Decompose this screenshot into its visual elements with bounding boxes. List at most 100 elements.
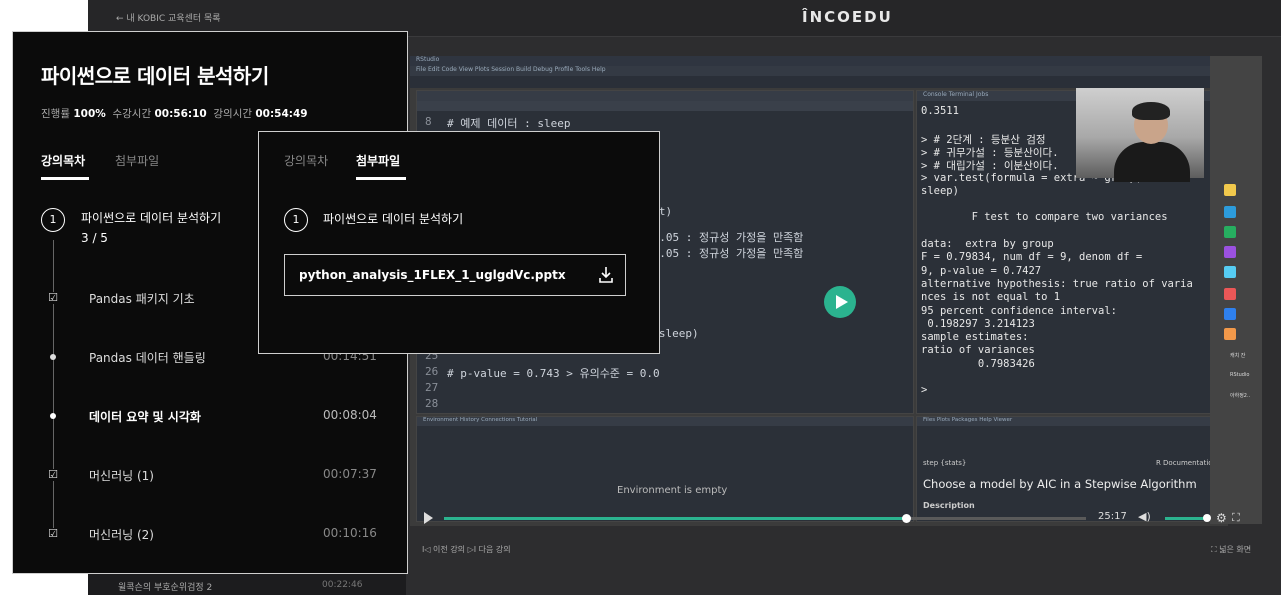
site-logo: ÎNCOEDU: [802, 8, 893, 26]
app-icon: [1224, 184, 1236, 196]
rstudio-toolbar: [410, 76, 1228, 88]
instructor-hair: [1132, 102, 1170, 120]
instructor-webcam: [1076, 88, 1204, 182]
check-icon: ☑: [47, 468, 59, 481]
app-icon: [1224, 288, 1236, 300]
help-pane: Files Plots Packages Help Viewer step {s…: [916, 416, 1224, 522]
fullscreen-icon[interactable]: ⛶: [1232, 511, 1240, 525]
rstudio-titlebar: RStudio: [410, 56, 1228, 66]
player-controls: 25:17 ◀) ⚙ ⛶: [410, 508, 1240, 528]
app-icon: [1224, 226, 1236, 238]
volume-handle[interactable]: [1203, 514, 1211, 522]
editor-line-number: 26: [425, 365, 439, 378]
app-icon: [1224, 308, 1236, 320]
console-line: nces is not equal to 1: [921, 291, 1061, 304]
app-icon: [1224, 328, 1236, 340]
popup-section-title: 파이썬으로 데이터 분석하기: [323, 212, 464, 226]
seek-handle[interactable]: [902, 514, 912, 523]
editor-toolbar: [417, 101, 913, 111]
lesson-name: 머신러닝 (1): [89, 469, 154, 483]
dot-icon: [50, 413, 56, 419]
lesson-name: 머신러닝 (2): [89, 528, 154, 542]
section-title[interactable]: 파이썬으로 데이터 분석하기: [81, 209, 221, 226]
popup-active-tab-underline: [356, 177, 406, 180]
console-line: 95 percent confidence interval:: [921, 304, 1117, 317]
hidden-lesson-time: 00:22:46: [322, 580, 363, 590]
attachment-file-row[interactable]: python_analysis_1FLEX_1_uglgdVc.pptx: [284, 254, 626, 296]
timeline-line: [53, 240, 54, 540]
environment-empty-text: Environment is empty: [617, 485, 728, 496]
console-line: ratio of variances: [921, 344, 1035, 357]
app-icon: [1224, 246, 1236, 258]
play-icon[interactable]: [824, 286, 856, 318]
help-tabs: Files Plots Packages Help Viewer: [917, 417, 1223, 426]
popup-tab-contents[interactable]: 강의목차: [284, 152, 328, 169]
tab-contents[interactable]: 강의목차: [41, 152, 85, 169]
desktop-label: RStudio: [1230, 372, 1250, 378]
lesson-item-current[interactable]: 데이터 요약 및 시각화 00:08:04: [13, 406, 407, 426]
lesson-item[interactable]: ☑ 머신러닝 (2) 00:10:16: [13, 524, 407, 544]
progress-value: 100%: [73, 108, 106, 120]
popup-tab-attachments[interactable]: 첨부파일: [356, 152, 400, 169]
attachments-popup: 강의목차 첨부파일 1 파이썬으로 데이터 분석하기 python_analys…: [258, 131, 660, 354]
play-pause-icon[interactable]: [424, 512, 433, 524]
console-line: data: extra by group: [921, 238, 1054, 250]
editor-line-number: 28: [425, 397, 439, 410]
editor-tabs: [417, 91, 913, 101]
watch-time-value: 00:56:10: [154, 108, 207, 120]
wide-screen-button[interactable]: ⛶ 넓은 화면: [1211, 544, 1251, 555]
section-progress-count: 3 / 5: [81, 231, 108, 245]
instructor-body: [1114, 142, 1190, 182]
seek-bar[interactable]: [444, 514, 1086, 523]
lesson-item[interactable]: ☑ 머신러닝 (1) 00:07:37: [13, 465, 407, 485]
lesson-time: 00:10:16: [323, 526, 377, 540]
console-line: 9, p-value = 0.7427: [921, 264, 1042, 277]
console-line: 0.3511: [921, 105, 959, 117]
seek-bar-fill: [444, 517, 907, 520]
dot-icon: [50, 354, 56, 360]
rstudio-menubar: File Edit Code View Plots Session Build …: [410, 66, 1228, 76]
watch-time-label: 수강시간: [112, 108, 152, 120]
console-line: alternative hypothesis: true ratio of va…: [921, 277, 1193, 290]
hidden-lesson-name[interactable]: 윌콕슨의 부호순위검정 2: [118, 580, 212, 593]
section-number-badge: 1: [41, 208, 65, 232]
console-line: >: [921, 384, 928, 397]
check-icon: ☑: [47, 291, 59, 304]
lesson-name: Pandas 데이터 핸들링: [89, 351, 206, 365]
help-title: Choose a model by AIC in a Stepwise Algo…: [923, 477, 1197, 491]
progress-label: 진행률: [41, 108, 70, 120]
tab-attachments[interactable]: 첨부파일: [115, 152, 159, 169]
current-time: 25:17: [1098, 511, 1127, 522]
editor-line-number: 8: [425, 115, 432, 128]
environment-pane: Environment History Connections Tutorial…: [416, 416, 914, 522]
lesson-name: 데이터 요약 및 시각화: [89, 410, 201, 424]
lesson-name: Pandas 패키지 기초: [89, 292, 195, 306]
download-icon[interactable]: [597, 265, 615, 285]
check-icon: ☑: [47, 527, 59, 540]
desktop-label: 아하정2..: [1230, 393, 1251, 399]
console-line: sleep): [921, 184, 959, 197]
console-line: 0.198297 3.214123: [921, 317, 1035, 330]
lecture-time-value: 00:54:49: [255, 108, 308, 120]
active-tab-underline: [41, 177, 89, 180]
popup-section-number-badge: 1: [284, 208, 308, 232]
desktop-icon-strip: 캐치 잔 RStudio 아하정2..: [1210, 56, 1262, 524]
lesson-time: 00:08:04: [323, 408, 377, 422]
prev-next-lesson-links[interactable]: I◁ 이전 강의 ▷I 다음 강의: [422, 544, 511, 555]
console-line: 0.7983426: [921, 357, 1035, 370]
console-line: F test to compare two variances: [921, 211, 1168, 224]
editor-line-number: 27: [425, 381, 439, 394]
course-title: 파이썬으로 데이터 분석하기: [41, 64, 269, 88]
gear-icon[interactable]: ⚙: [1216, 511, 1227, 525]
console-line: sample estimates:: [921, 331, 1029, 344]
help-doc-label: R Documentation: [1155, 459, 1217, 467]
lecture-time-label: 강의시간: [213, 108, 253, 120]
console-line: F = 0.79834, num df = 9, denom df =: [921, 251, 1143, 264]
lesson-time: 00:07:37: [323, 467, 377, 481]
volume-slider[interactable]: [1165, 517, 1207, 520]
app-icon: [1224, 206, 1236, 218]
environment-tabs: Environment History Connections Tutorial: [417, 417, 913, 426]
course-stats: 진행률 100% 수강시간 00:56:10 강의시간 00:54:49: [41, 106, 308, 121]
back-to-list-link[interactable]: ← 내 KOBIC 교육센터 목록: [116, 11, 221, 24]
volume-icon[interactable]: ◀): [1138, 510, 1151, 523]
